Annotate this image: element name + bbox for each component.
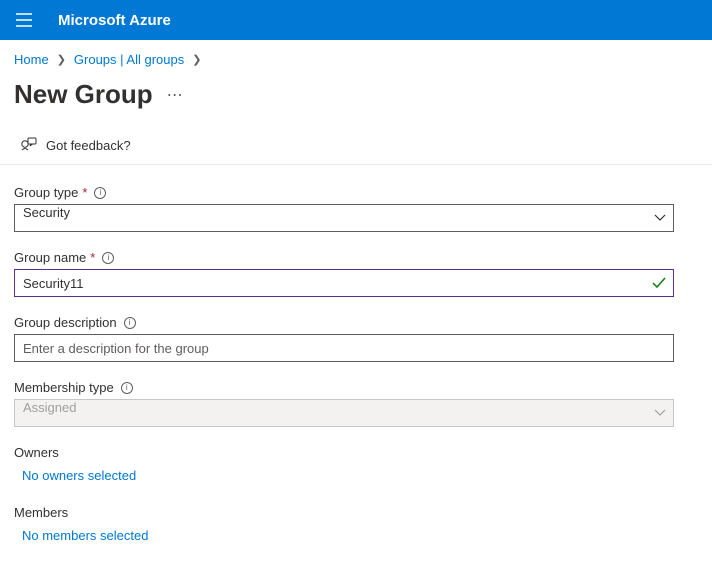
info-icon[interactable]: i [124,317,136,329]
field-group-description: Group description i [14,315,698,362]
new-group-form: Group type * i Security Group name * i G… [0,165,712,585]
hamburger-icon [16,13,32,27]
breadcrumb-home[interactable]: Home [14,52,49,67]
field-label: Group name * i [14,250,698,265]
breadcrumb-groups[interactable]: Groups | All groups [74,52,184,67]
feedback-label: Got feedback? [46,138,131,153]
group-type-value: Security [14,204,674,232]
group-description-input[interactable] [14,334,674,362]
more-actions-button[interactable]: ⋯ [167,85,184,105]
members-label: Members [14,505,698,520]
field-membership-type: Membership type i Assigned [14,380,698,427]
membership-type-label: Membership type [14,380,114,395]
feedback-icon [20,136,38,154]
owners-section: Owners No owners selected [14,445,698,483]
owners-select-link[interactable]: No owners selected [14,468,698,483]
info-icon[interactable]: i [94,187,106,199]
brand-label: Microsoft Azure [58,12,171,29]
group-description-label: Group description [14,315,117,330]
hamburger-menu-button[interactable] [12,8,36,32]
feedback-button[interactable]: Got feedback? [0,128,712,165]
group-name-input[interactable] [14,269,674,297]
page-title: New Group [14,79,153,110]
field-group-type: Group type * i Security [14,185,698,232]
group-name-control [14,269,674,297]
chevron-right-icon: ❯ [192,53,201,66]
group-name-label: Group name [14,250,86,265]
azure-topbar: Microsoft Azure [0,0,712,40]
chevron-right-icon: ❯ [57,53,66,66]
field-label: Group description i [14,315,698,330]
members-section: Members No members selected [14,505,698,543]
required-indicator: * [82,185,87,200]
info-icon[interactable]: i [121,382,133,394]
field-group-name: Group name * i [14,250,698,297]
membership-type-select: Assigned [14,399,674,427]
field-label: Group type * i [14,185,698,200]
group-type-select[interactable]: Security [14,204,674,232]
owners-label: Owners [14,445,698,460]
breadcrumb: Home ❯ Groups | All groups ❯ [0,40,712,71]
group-description-control [14,334,674,362]
members-select-link[interactable]: No members selected [14,528,698,543]
group-type-label: Group type [14,185,78,200]
membership-type-value: Assigned [14,399,674,427]
page-title-row: New Group ⋯ [0,71,712,128]
required-indicator: * [90,250,95,265]
field-label: Membership type i [14,380,698,395]
info-icon[interactable]: i [102,252,114,264]
